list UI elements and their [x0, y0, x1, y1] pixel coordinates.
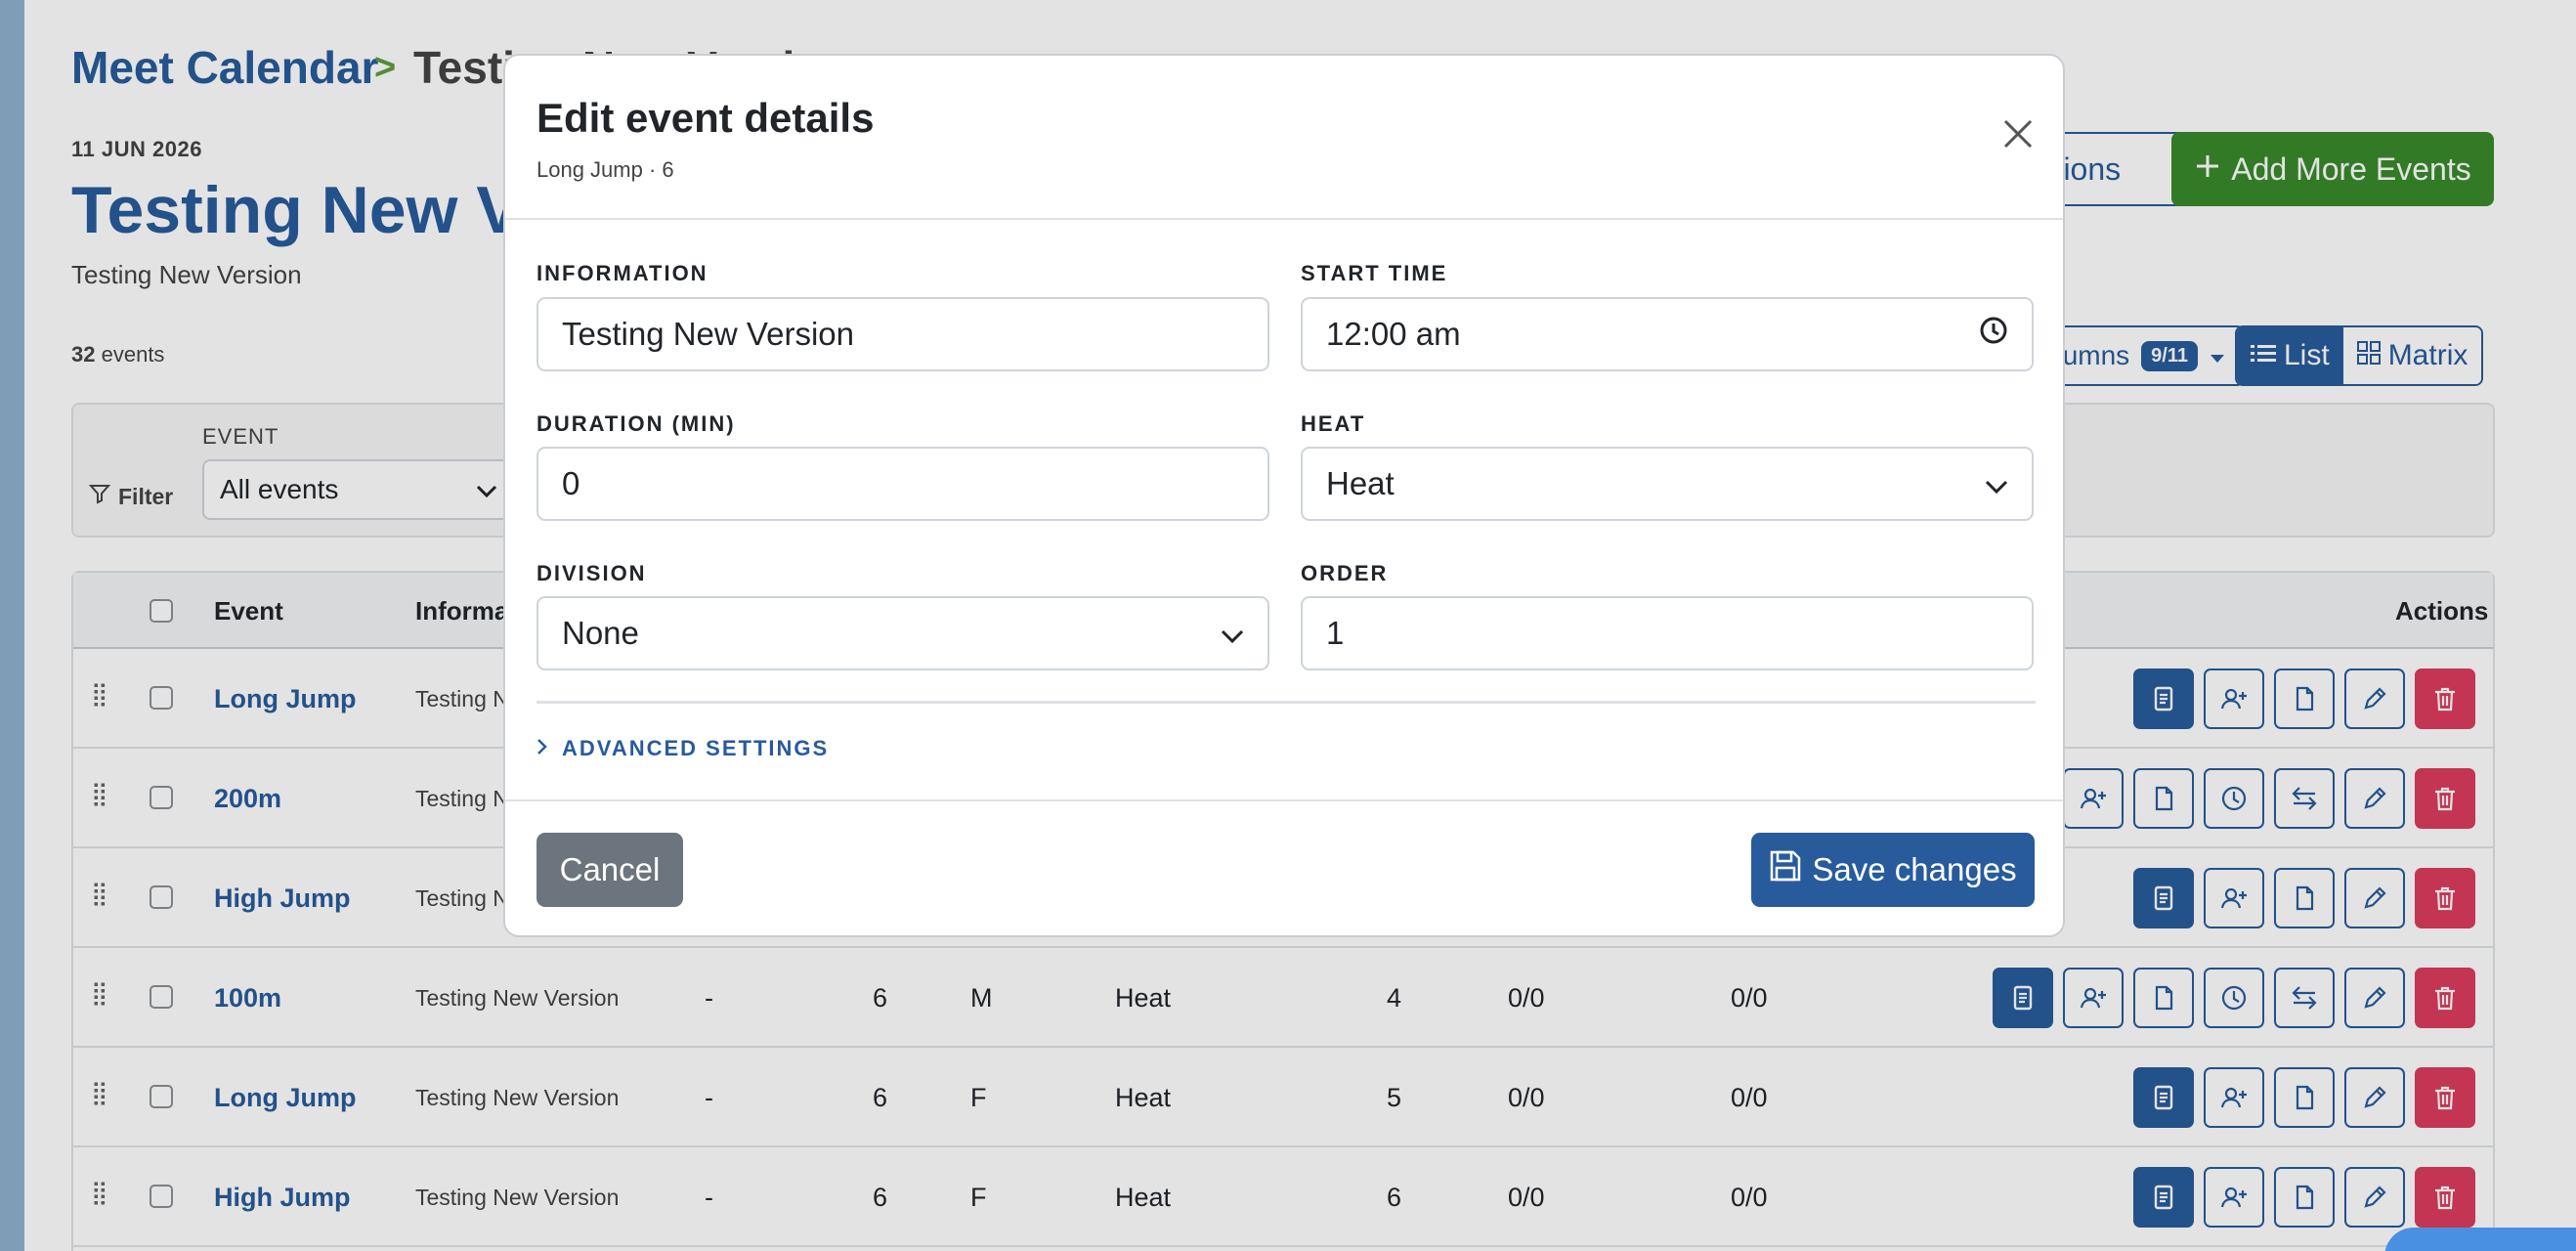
- division-select[interactable]: None: [537, 596, 1269, 670]
- save-changes-button[interactable]: Save changes: [1751, 833, 2035, 907]
- heat-select[interactable]: Heat: [1301, 447, 2034, 521]
- order-label: ORDER: [1301, 561, 1389, 585]
- duration-value: 0: [562, 465, 580, 501]
- advanced-settings-toggle[interactable]: ADVANCED SETTINGS: [537, 736, 829, 761]
- modal-footer-divider: [505, 799, 2063, 801]
- edit-event-modal: Edit event details Long Jump · 6 INFORMA…: [503, 54, 2065, 937]
- start-time-input[interactable]: 12:00 am: [1301, 297, 2034, 371]
- duration-input[interactable]: 0: [537, 447, 1269, 521]
- information-input[interactable]: Testing New Version: [537, 297, 1269, 371]
- chevron-down-icon: [1221, 615, 1244, 652]
- cancel-button[interactable]: Cancel: [537, 833, 683, 907]
- start-time-label: START TIME: [1301, 261, 1448, 285]
- modal-title: Edit event details: [537, 95, 875, 141]
- modal-subtitle: Long Jump · 6: [537, 157, 674, 182]
- start-time-value: 12:00 am: [1326, 316, 1461, 352]
- heat-label: HEAT: [1301, 411, 1366, 436]
- advanced-divider: [537, 701, 2036, 704]
- advanced-settings-label: ADVANCED SETTINGS: [562, 736, 830, 760]
- duration-label: DURATION (MIN): [537, 411, 736, 436]
- help-widget[interactable]: [2384, 1228, 2576, 1251]
- information-value: Testing New Version: [562, 316, 854, 352]
- order-input[interactable]: 1: [1301, 596, 2034, 670]
- modal-header-divider: [505, 218, 2063, 220]
- division-label: DIVISION: [537, 561, 647, 585]
- order-value: 1: [1326, 615, 1345, 651]
- chevron-right-icon: [537, 736, 548, 761]
- close-icon[interactable]: [2000, 116, 2036, 151]
- information-label: INFORMATION: [537, 261, 708, 285]
- division-value: None: [562, 615, 639, 651]
- chevron-down-icon: [1985, 465, 2008, 502]
- heat-value: Heat: [1326, 465, 1395, 501]
- save-changes-label: Save changes: [1812, 851, 2017, 887]
- save-icon: [1769, 849, 1802, 890]
- cancel-label: Cancel: [559, 851, 661, 887]
- clock-icon[interactable]: [1979, 316, 2008, 353]
